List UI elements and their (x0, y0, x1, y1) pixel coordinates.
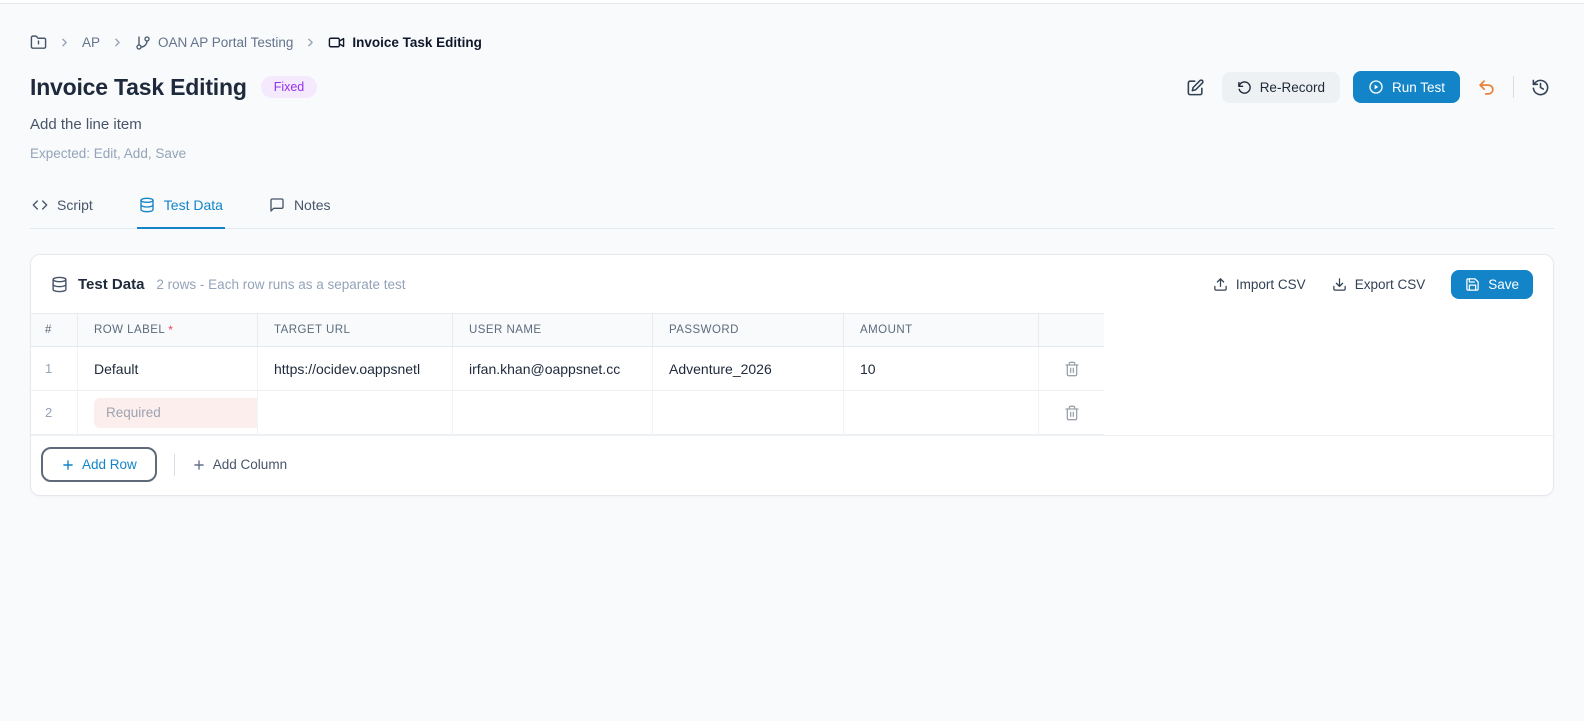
undo-icon (1477, 78, 1496, 97)
tab-notes[interactable]: Notes (267, 187, 333, 229)
column-header-user-name: USER NAME (453, 314, 653, 346)
trash-icon (1064, 361, 1080, 377)
footer-divider (173, 453, 175, 476)
chat-icon (269, 197, 285, 213)
tab-label: Notes (293, 197, 331, 213)
add-row-button[interactable]: Add Row (41, 447, 157, 482)
cell-amount[interactable] (844, 391, 1039, 434)
breadcrumb-root[interactable] (30, 34, 47, 51)
tab-label: Script (57, 197, 93, 213)
import-csv-button[interactable]: Import CSV (1213, 277, 1306, 292)
plus-icon (192, 458, 206, 472)
cell-target-url[interactable]: https://ocidev.oappsnetl (258, 347, 453, 390)
toolbar-divider (1513, 76, 1514, 98)
chevron-right-icon (111, 36, 124, 49)
folder-icon (30, 34, 47, 51)
delete-row-button[interactable] (1060, 401, 1084, 425)
cell-amount[interactable]: 10 (844, 347, 1039, 390)
tab-bar: Script Test Data Notes (30, 187, 1554, 229)
test-data-card: Test Data 2 rows - Each row runs as a se… (30, 254, 1554, 496)
re-record-label: Re-Record (1259, 79, 1325, 95)
cell-password[interactable]: Adventure_2026 (653, 347, 844, 390)
breadcrumb-label: AP (82, 35, 101, 50)
trash-icon (1064, 405, 1080, 421)
page-title: Invoice Task Editing (30, 73, 247, 100)
toolbar: Re-Record Run Test (1182, 71, 1554, 103)
table-row: 1 Default https://ocidev.oappsnetl irfan… (31, 347, 1104, 391)
breadcrumb-item-suite[interactable]: OAN AP Portal Testing (135, 35, 293, 51)
chevron-right-icon (58, 36, 71, 49)
row-number: 2 (31, 391, 78, 434)
breadcrumb-item-ap[interactable]: AP (82, 35, 100, 50)
task-description: Add the line item (30, 116, 142, 133)
export-csv-label: Export CSV (1354, 277, 1426, 292)
table-header-row: # ROW LABEL * TARGET URL USER NAME PASSWO… (31, 314, 1104, 347)
export-csv-button[interactable]: Export CSV (1332, 277, 1426, 292)
rotate-ccw-icon (1237, 80, 1252, 95)
save-label: Save (1488, 277, 1519, 292)
column-header-amount: AMOUNT (844, 314, 1039, 346)
save-button[interactable]: Save (1451, 270, 1533, 299)
status-badge: Fixed (260, 76, 318, 98)
tab-label: Test Data (163, 197, 223, 213)
card-title: Test Data (78, 276, 145, 293)
chevron-right-icon (304, 36, 317, 49)
save-icon (1465, 277, 1480, 292)
cell-user-name[interactable] (453, 391, 653, 434)
test-data-table: # ROW LABEL * TARGET URL USER NAME PASSWO… (31, 313, 1104, 435)
undo-button[interactable] (1473, 74, 1500, 101)
run-test-button[interactable]: Run Test (1352, 71, 1460, 103)
column-header-target-url: TARGET URL (258, 314, 453, 346)
expected-steps: Expected: Edit, Add, Save (30, 146, 187, 161)
add-column-label: Add Column (212, 457, 288, 472)
add-column-button[interactable]: Add Column (192, 457, 287, 472)
download-icon (1332, 277, 1347, 292)
column-header-actions (1039, 314, 1104, 346)
re-record-button[interactable]: Re-Record (1221, 71, 1340, 103)
tab-script[interactable]: Script (30, 187, 95, 229)
breadcrumb: AP OAN AP Portal Testing Invoice Task Ed… (30, 4, 1554, 51)
column-header-row-label: ROW LABEL * (78, 314, 258, 346)
card-subtitle: 2 rows - Each row runs as a separate tes… (156, 277, 406, 292)
required-asterisk: * (168, 323, 174, 337)
plus-icon (61, 458, 75, 472)
play-circle-icon (1368, 79, 1384, 95)
code-icon (32, 197, 48, 213)
row-number: 1 (31, 347, 78, 390)
import-csv-label: Import CSV (1235, 277, 1306, 292)
cell-row-label[interactable]: Default (78, 347, 258, 390)
cell-target-url[interactable] (258, 391, 453, 434)
run-test-label: Run Test (1391, 79, 1445, 95)
delete-row-button[interactable] (1060, 357, 1084, 381)
tab-test-data[interactable]: Test Data (136, 187, 225, 229)
breadcrumb-item-current[interactable]: Invoice Task Editing (328, 34, 482, 51)
breadcrumb-label: Invoice Task Editing (352, 35, 482, 50)
column-header-password: PASSWORD (653, 314, 844, 346)
edit-button[interactable] (1182, 74, 1209, 101)
cell-user-name[interactable]: irfan.khan@oappsnet.cc (453, 347, 653, 390)
history-button[interactable] (1527, 74, 1554, 101)
add-row-label: Add Row (82, 457, 137, 472)
pencil-square-icon (1186, 78, 1205, 97)
cell-row-label (78, 391, 258, 434)
database-icon (51, 276, 68, 293)
table-row: 2 (31, 391, 1104, 435)
history-icon (1531, 78, 1550, 97)
cell-password[interactable] (653, 391, 844, 434)
git-branch-icon (135, 35, 151, 51)
row-label-input[interactable] (94, 397, 257, 428)
database-icon (139, 197, 155, 213)
column-header-index: # (31, 314, 78, 346)
breadcrumb-label: OAN AP Portal Testing (158, 35, 294, 50)
upload-icon (1213, 277, 1228, 292)
video-camera-icon (328, 34, 345, 51)
